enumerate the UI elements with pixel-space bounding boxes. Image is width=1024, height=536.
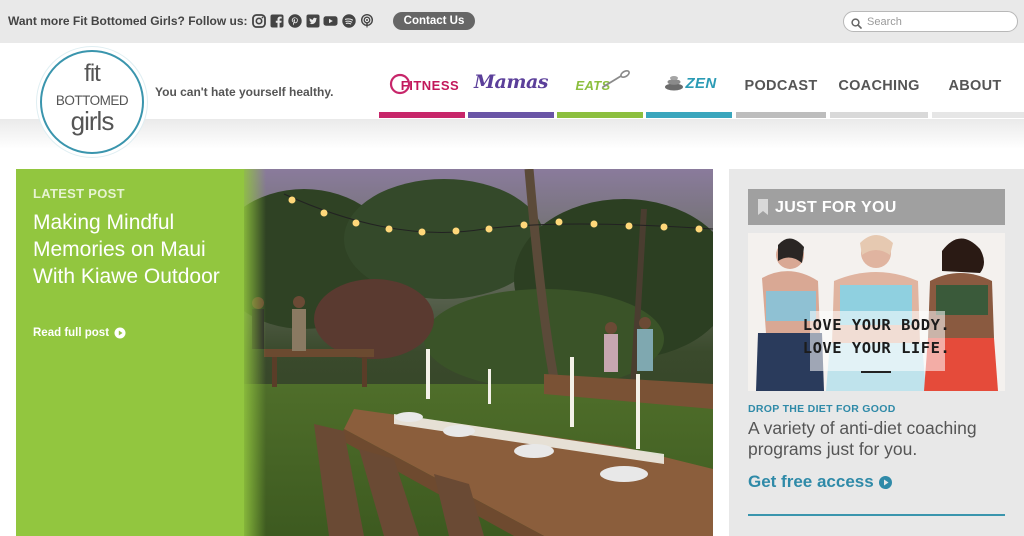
stones-icon <box>665 76 683 91</box>
nav-mamas[interactable]: Mamas <box>468 60 554 118</box>
twitter-icon[interactable] <box>305 13 320 28</box>
post-title[interactable]: Making Mindful Memories on Maui With Kia… <box>33 209 223 290</box>
cta-kicker: DROP THE DIET FOR GOOD <box>748 403 896 415</box>
sidebar: JUST FOR YOU LOVE YOUR BODY. LOVE YOUR L… <box>729 169 1024 536</box>
promo-image <box>748 233 1005 391</box>
nav-podcast[interactable]: PODCAST <box>736 60 826 118</box>
get-free-access-link[interactable]: Get free access <box>748 472 893 492</box>
promo-line-1: LOVE YOUR BODY. <box>802 316 951 334</box>
top-bar: Want more Fit Bottomed Girls? Follow us:… <box>0 0 1024 43</box>
contact-us-button[interactable]: Contact Us <box>393 12 475 30</box>
nav-eats-bar <box>557 112 643 118</box>
instagram-icon[interactable] <box>251 13 266 28</box>
nav-zen[interactable]: ZEN <box>646 60 732 118</box>
promo-divider <box>861 371 891 373</box>
social-links <box>251 13 374 28</box>
promo-line-2: LOVE YOUR LIFE. <box>802 339 951 357</box>
sidebar-divider <box>748 514 1005 516</box>
promo-banner[interactable]: LOVE YOUR BODY. LOVE YOUR LIFE. <box>748 233 1005 391</box>
latest-post-hero[interactable]: LATEST POST Making Mindful Memories on M… <box>16 169 713 536</box>
cta-description: A variety of anti-diet coaching programs… <box>748 418 977 459</box>
nav-podcast-label: PODCAST <box>744 78 818 94</box>
get-free-access-label: Get free access <box>748 472 874 491</box>
bookmark-icon <box>758 199 768 215</box>
follow-us-text: Want more Fit Bottomed Girls? Follow us: <box>8 14 248 28</box>
nav-fitness[interactable]: FITNESS <box>379 60 465 118</box>
fitness-ring-icon <box>389 73 411 95</box>
read-more-label: Read full post <box>33 327 110 339</box>
nav-coaching-bar <box>830 112 928 118</box>
site-tagline: You can't hate yourself healthy. <box>155 85 334 99</box>
nav-about-bar <box>932 112 1024 118</box>
search-input[interactable] <box>867 14 1012 29</box>
youtube-icon[interactable] <box>323 13 338 28</box>
just-for-you-header: JUST FOR YOU <box>748 189 1005 225</box>
hero-photo <box>244 169 713 536</box>
play-circle-icon <box>878 475 892 489</box>
nav-coaching-label: COACHING <box>838 78 920 94</box>
spoon-icon <box>602 70 630 88</box>
read-full-post-link[interactable]: Read full post <box>33 327 126 339</box>
logo-text-fit: fit <box>84 60 101 87</box>
nav-fitness-bar <box>379 112 465 118</box>
spotify-icon[interactable] <box>341 13 356 28</box>
nav-coaching[interactable]: COACHING <box>830 60 928 118</box>
nav-eats[interactable]: EATS <box>557 60 643 118</box>
pinterest-icon[interactable] <box>287 13 302 28</box>
facebook-icon[interactable] <box>269 13 284 28</box>
search-icon <box>851 16 862 34</box>
nav-about-label: ABOUT <box>948 78 1002 94</box>
logo-text-girls: girls <box>70 106 115 136</box>
just-for-you-title: JUST FOR YOU <box>775 199 897 216</box>
nav-zen-bar <box>646 112 732 118</box>
site-logo[interactable]: fit BOTTOMED girls <box>40 50 144 154</box>
play-circle-icon <box>114 327 126 339</box>
latest-post-kicker: LATEST POST <box>33 186 125 201</box>
search-box[interactable] <box>843 11 1018 32</box>
header-shadow <box>0 119 1024 149</box>
podcast-icon[interactable] <box>359 13 374 28</box>
hero-fade <box>244 169 266 536</box>
latest-post-panel: LATEST POST Making Mindful Memories on M… <box>16 169 244 536</box>
nav-mamas-bar <box>468 112 554 118</box>
nav-mamas-label: Mamas <box>474 71 548 93</box>
nav-podcast-bar <box>736 112 826 118</box>
nav-about[interactable]: ABOUT <box>932 60 1024 118</box>
